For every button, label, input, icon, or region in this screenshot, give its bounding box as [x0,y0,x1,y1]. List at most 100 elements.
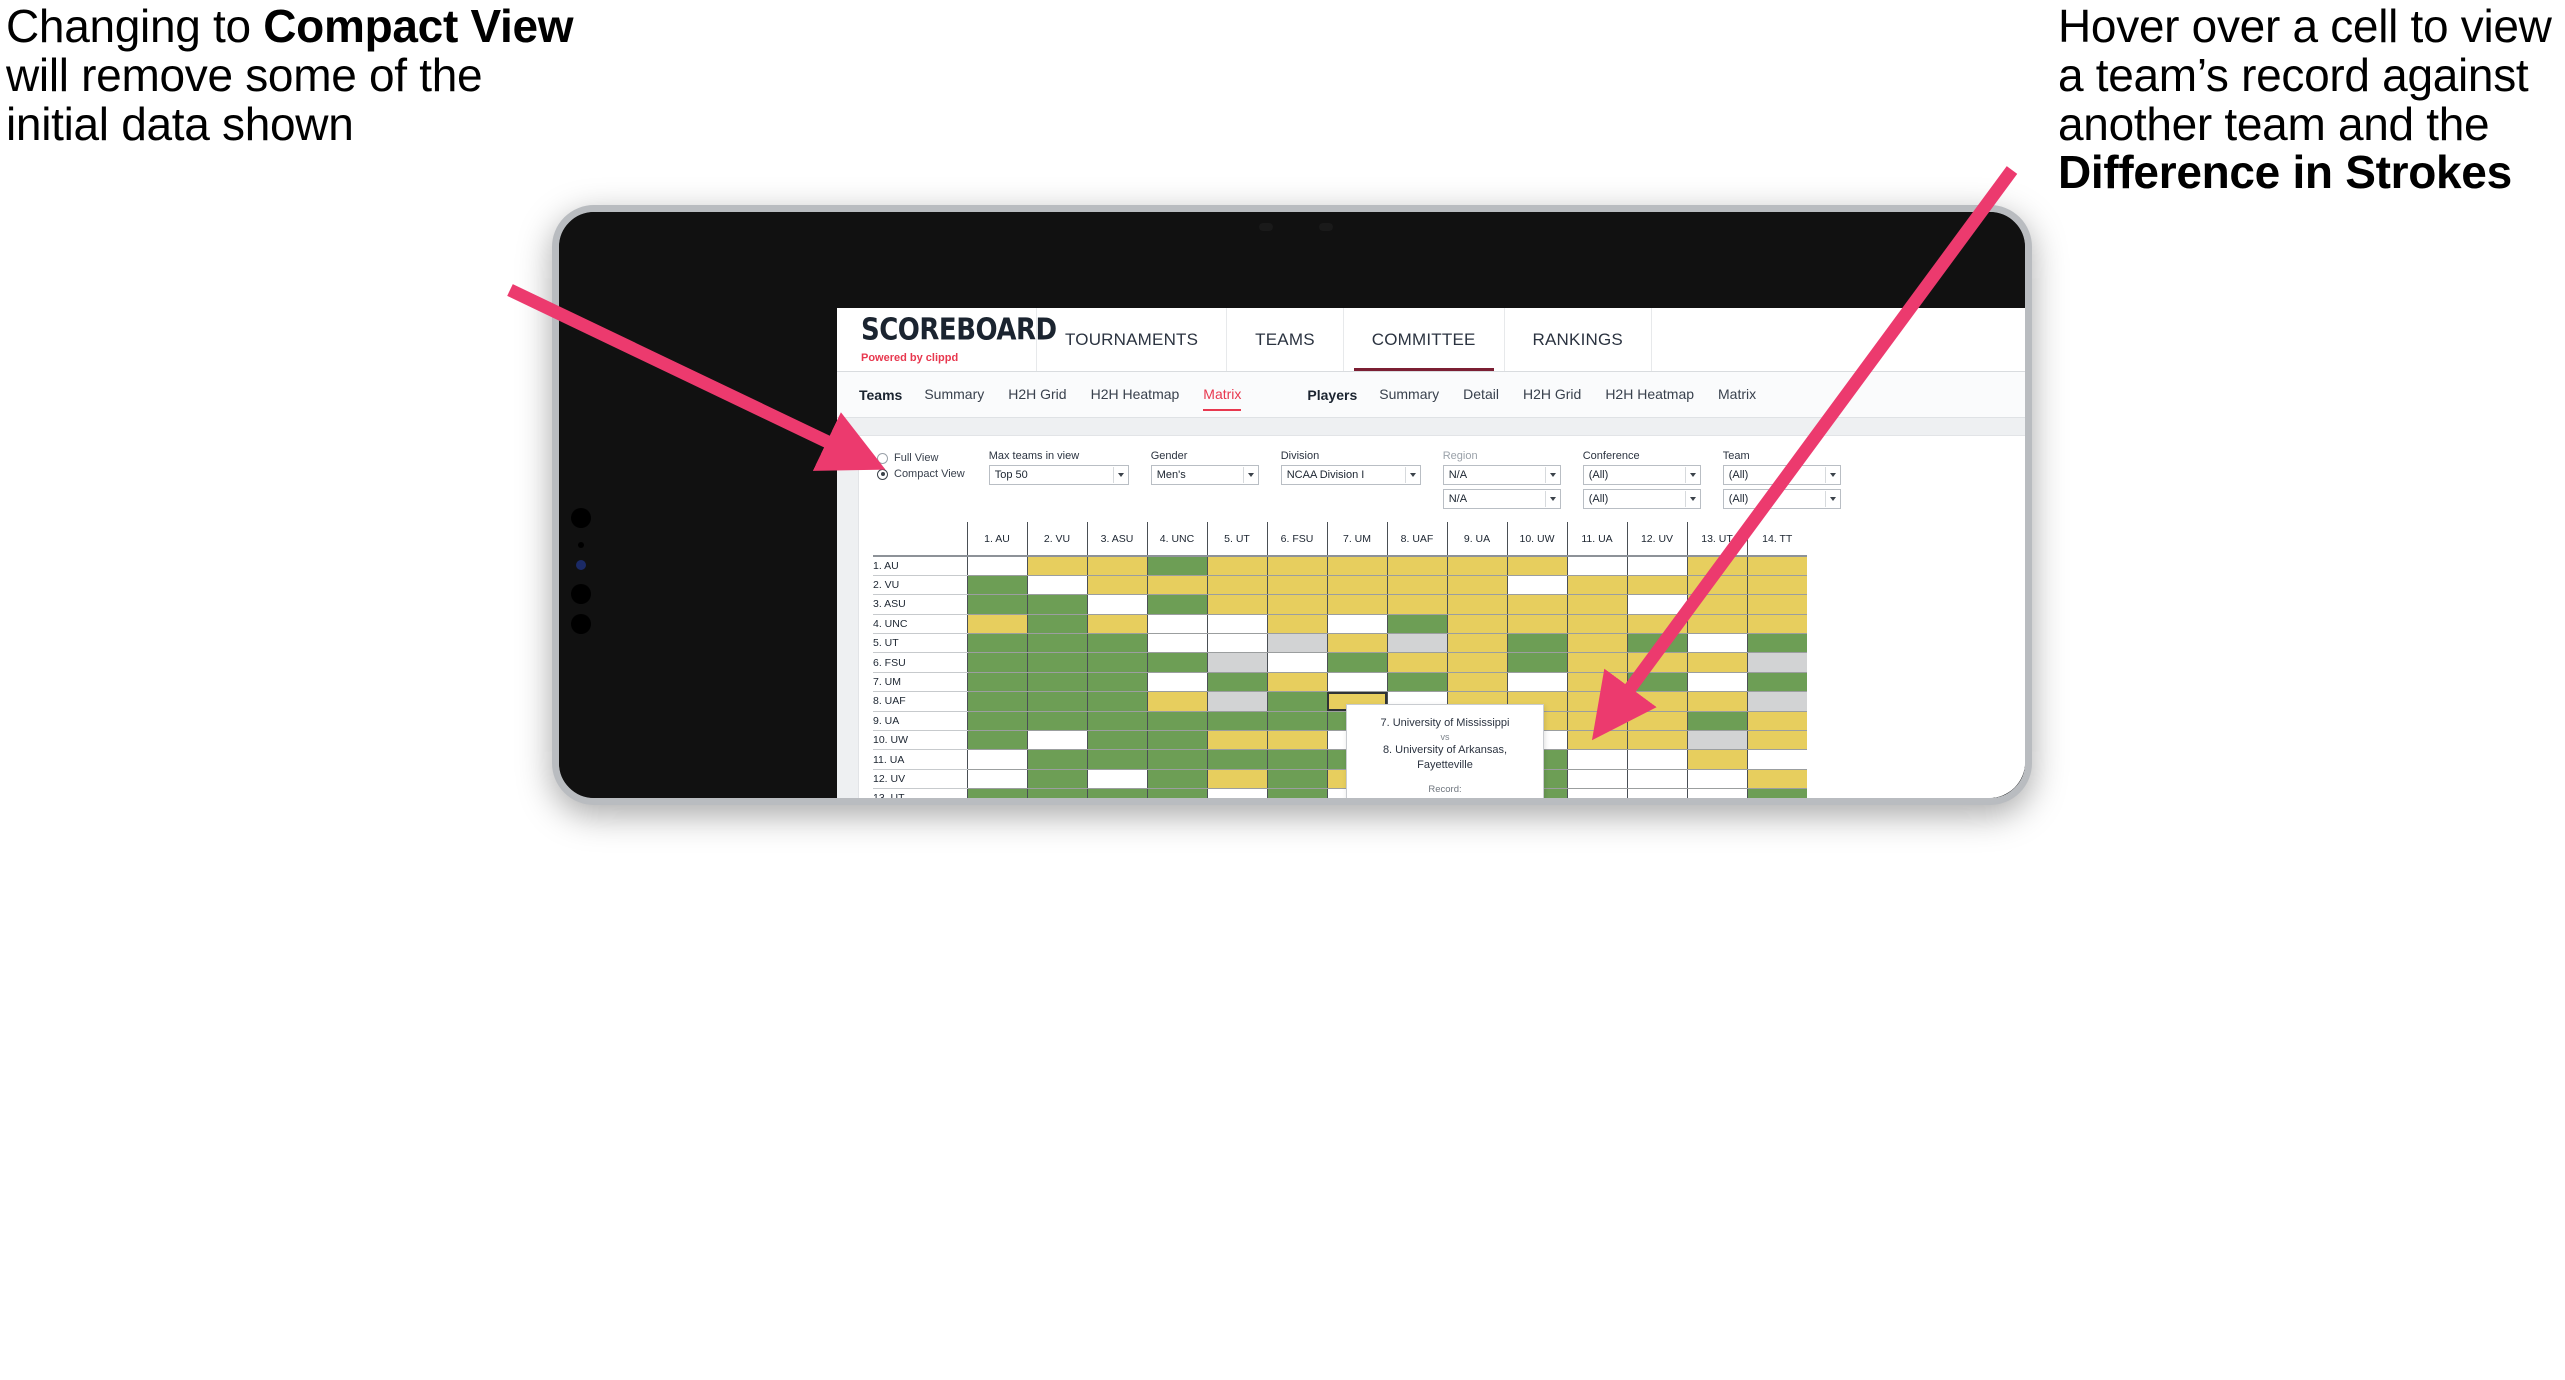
matrix-cell[interactable] [1566,556,1627,576]
matrix-cell[interactable] [1206,749,1267,770]
matrix-cell[interactable] [1266,652,1327,673]
matrix-cell[interactable] [966,769,1027,790]
matrix-row-header[interactable]: 4. UNC [873,614,967,635]
matrix-cell[interactable] [1146,633,1207,654]
matrix-row-header[interactable]: 2. VU [873,575,967,596]
matrix-cell[interactable] [1506,633,1567,654]
radio-full-view[interactable]: Full View [877,452,965,464]
matrix-cell[interactable] [1566,769,1627,790]
matrix-cell[interactable] [1746,633,1807,654]
matrix-cell[interactable] [1206,652,1267,673]
matrix-cell[interactable] [1626,672,1687,693]
chevron-down-icon[interactable] [1549,473,1556,477]
dropdown-max-teams-in-view[interactable]: Top 50 [988,465,1129,485]
subtab-players-summary[interactable]: Summary [1379,386,1439,404]
subtab-players-h2h-grid[interactable]: H2H Grid [1523,386,1581,404]
matrix-cell[interactable] [1686,730,1747,751]
matrix-cell[interactable] [1386,575,1447,596]
matrix-cell[interactable] [1266,575,1327,596]
matrix-cell[interactable] [1026,652,1087,673]
matrix-cell[interactable] [1506,614,1567,635]
matrix-cell[interactable] [1146,575,1207,596]
matrix-cell[interactable] [1086,652,1147,673]
matrix-cell[interactable] [1566,749,1627,770]
matrix-cell[interactable] [1686,672,1747,693]
matrix-cell[interactable] [1206,691,1267,712]
matrix-cell[interactable] [1086,633,1147,654]
nav-item-committee[interactable]: COMMITTEE [1344,308,1505,371]
subtab-teams-matrix[interactable]: Matrix [1203,386,1242,411]
matrix-column-header[interactable]: 10. UW [1506,522,1567,557]
matrix-cell[interactable] [1026,749,1087,770]
matrix-cell[interactable] [1626,594,1687,615]
matrix-cell[interactable] [1026,614,1087,635]
chevron-down-icon[interactable] [1829,497,1836,501]
dropdown-conference[interactable]: (All) [1582,465,1701,485]
matrix-column-header[interactable]: 3. ASU [1086,522,1147,557]
matrix-cell[interactable] [966,633,1027,654]
matrix-cell[interactable] [966,711,1027,732]
matrix-cell[interactable] [1026,672,1087,693]
matrix-cell[interactable] [1566,691,1627,712]
matrix-cell[interactable] [1206,730,1267,751]
matrix-cell[interactable] [1446,556,1507,576]
matrix-column-header[interactable]: 13. UT [1686,522,1747,557]
matrix-row-header[interactable]: 13. UT [873,788,967,798]
matrix-cell[interactable] [1206,594,1267,615]
matrix-cell[interactable] [1566,672,1627,693]
matrix-cell[interactable] [1746,691,1807,712]
matrix-cell[interactable] [1146,556,1207,576]
matrix-cell[interactable] [966,730,1027,751]
matrix-cell[interactable] [1446,614,1507,635]
matrix-column-header[interactable]: 1. AU [966,522,1027,557]
matrix-cell[interactable] [1626,711,1687,732]
matrix-cell[interactable] [1326,633,1387,654]
matrix-cell[interactable] [1146,594,1207,615]
matrix-cell[interactable] [1146,711,1207,732]
matrix-cell[interactable] [1266,633,1327,654]
matrix-row-header[interactable]: 11. UA [873,749,967,770]
matrix-column-header[interactable]: 6. FSU [1266,522,1327,557]
matrix-cell[interactable] [1446,633,1507,654]
matrix-row-header[interactable]: 8. UAF [873,691,967,712]
matrix-cell[interactable] [1446,672,1507,693]
matrix-cell[interactable] [1446,594,1507,615]
matrix-row-header[interactable]: 9. UA [873,711,967,732]
matrix-row-header[interactable]: 1. AU [873,556,967,576]
matrix-cell[interactable] [966,652,1027,673]
matrix-cell[interactable] [1146,749,1207,770]
matrix-cell[interactable] [1086,788,1147,798]
matrix-cell[interactable] [1566,652,1627,673]
matrix-cell[interactable] [1746,556,1807,576]
radio-compact-view[interactable]: Compact View [877,468,965,480]
subtab-teams-h2h-heatmap[interactable]: H2H Heatmap [1091,386,1180,404]
matrix-cell[interactable] [1146,652,1207,673]
matrix-cell[interactable] [1086,575,1147,596]
matrix-cell[interactable] [1566,575,1627,596]
matrix-cell[interactable] [1386,633,1447,654]
matrix-cell[interactable] [1686,614,1747,635]
chevron-down-icon[interactable] [1689,473,1696,477]
brand-logo[interactable]: SCOREBOARD Powered by clippd [837,308,1057,371]
dropdown-conference[interactable]: (All) [1582,489,1701,509]
matrix-cell[interactable] [1206,672,1267,693]
dropdown-team[interactable]: (All) [1722,465,1841,485]
matrix-cell[interactable] [1026,769,1087,790]
matrix-cell[interactable] [1746,749,1807,770]
chevron-down-icon[interactable] [1247,473,1254,477]
matrix-cell[interactable] [1206,769,1267,790]
matrix-cell[interactable] [1026,633,1087,654]
nav-item-rankings[interactable]: RANKINGS [1505,308,1652,371]
matrix-cell[interactable] [1626,769,1687,790]
matrix-cell[interactable] [1146,691,1207,712]
matrix-cell[interactable] [1626,730,1687,751]
dropdown-region[interactable]: N/A [1442,489,1561,509]
matrix-cell[interactable] [1206,788,1267,798]
matrix-cell[interactable] [1146,672,1207,693]
matrix-cell[interactable] [1326,614,1387,635]
matrix-cell[interactable] [1206,633,1267,654]
matrix-cell[interactable] [1206,556,1267,576]
matrix-cell[interactable] [1686,749,1747,770]
matrix-cell[interactable] [1086,769,1147,790]
matrix-cell[interactable] [1146,730,1207,751]
